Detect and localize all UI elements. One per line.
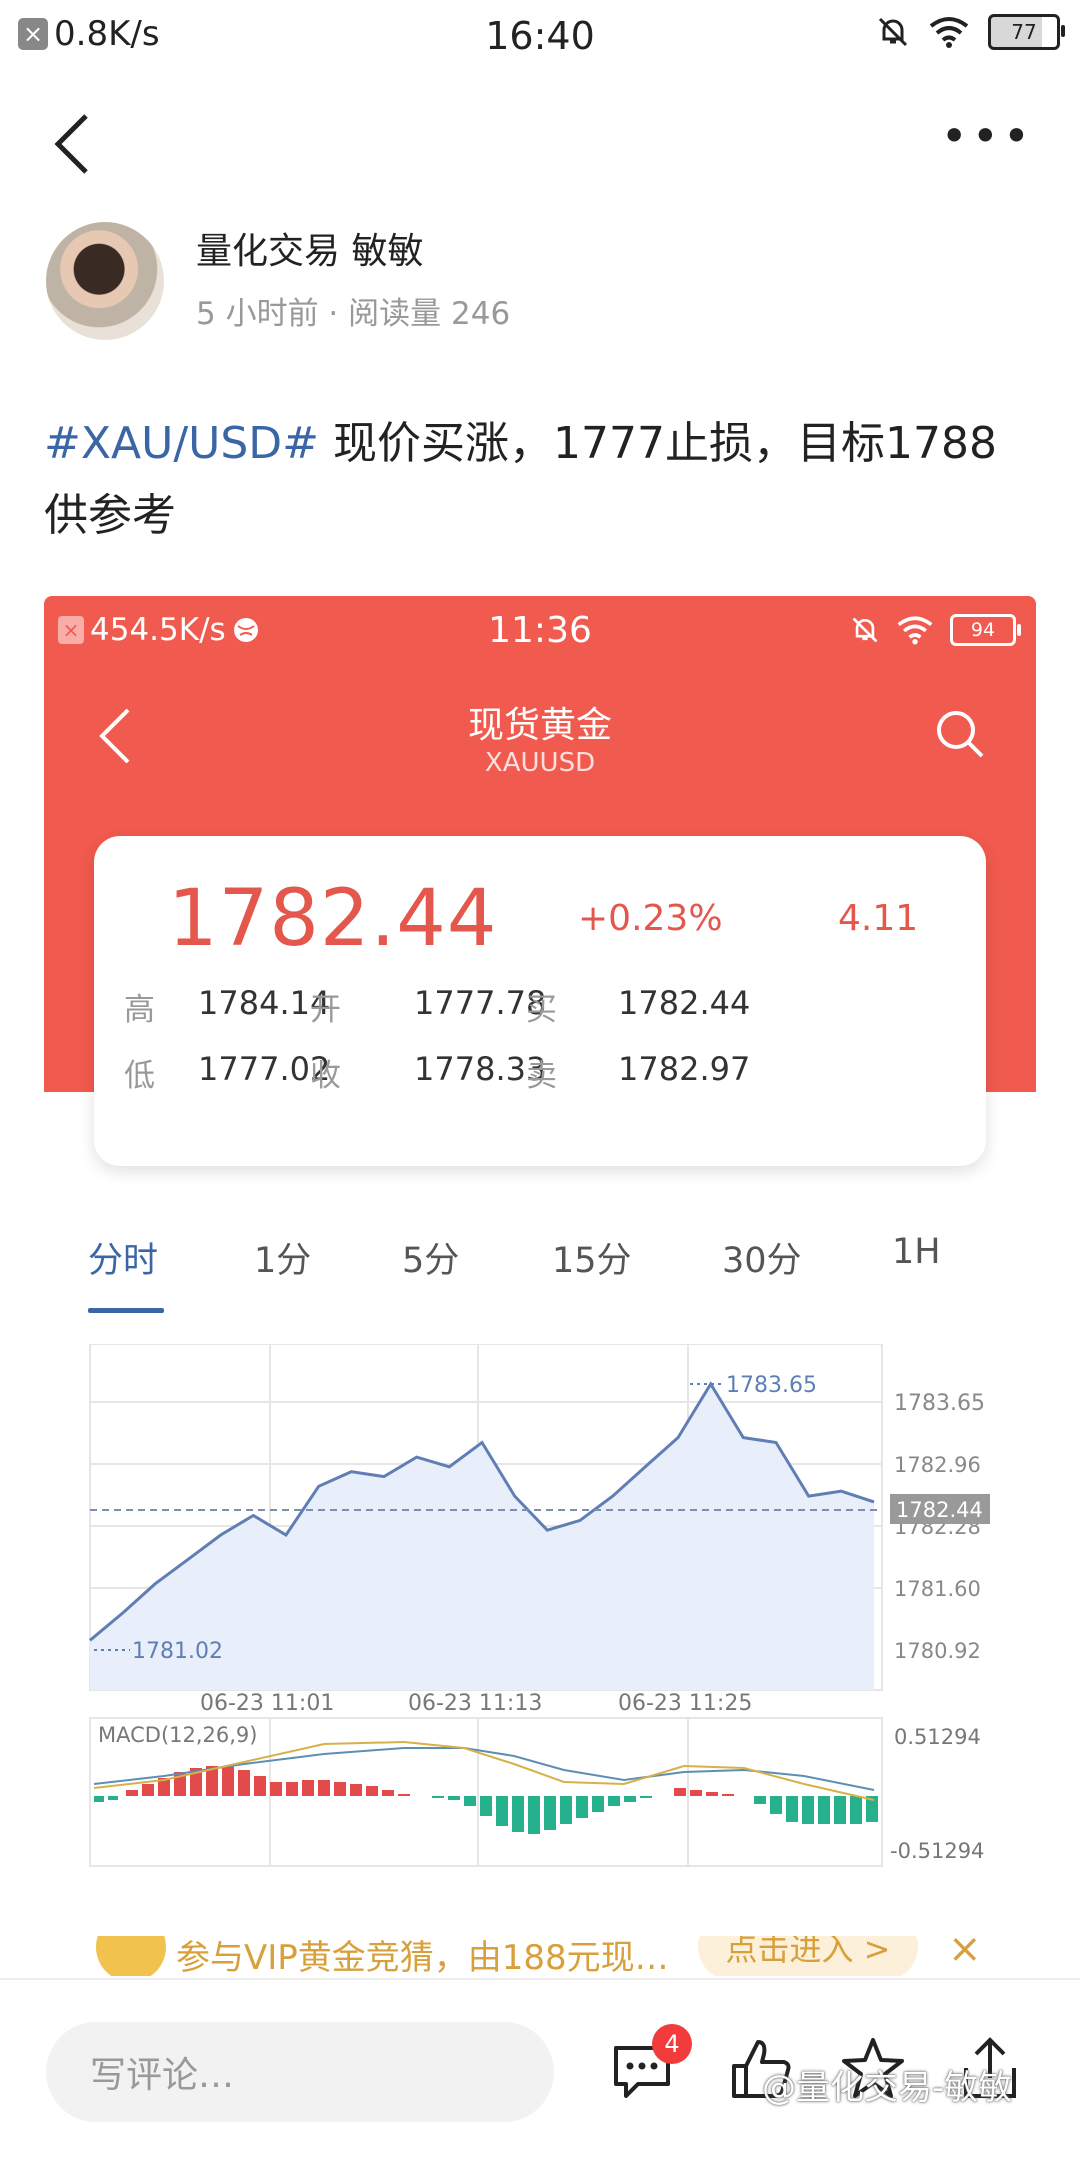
y-tick-2: 1782.96	[894, 1453, 981, 1477]
macd-histogram	[94, 1766, 878, 1834]
comment-input[interactable]: 写评论…	[46, 2022, 554, 2122]
low-marker-label: 1781.02	[132, 1639, 223, 1664]
sell-value: 1782.97	[618, 1050, 750, 1088]
tab-5min[interactable]: 5分	[402, 1232, 459, 1283]
change-percent: +0.23%	[578, 898, 723, 939]
wifi-icon	[928, 16, 970, 48]
post-text: 现价买涨，1777止损，目标1788	[319, 418, 997, 469]
coin-icon	[96, 1936, 166, 1976]
macd-bottom-label: -0.51294	[890, 1839, 984, 1863]
wifi-icon	[896, 615, 934, 645]
instrument-title: 现货黄金	[44, 696, 1036, 748]
watermark: @量化交易-敏敏	[762, 2060, 1012, 2109]
x-tick-2: 06-23 11:13	[408, 1691, 542, 1716]
close-label: 收	[310, 1050, 341, 1095]
status-bar: × 0.8K/s 16:40 77	[0, 0, 1080, 72]
high-marker-label: 1783.65	[726, 1373, 817, 1398]
macd-label: MACD(12,26,9)	[98, 1723, 258, 1747]
y-tick-1: 1783.65	[894, 1391, 985, 1416]
hashtag-link[interactable]: #XAU/USD#	[44, 418, 319, 469]
battery-icon: 77	[988, 14, 1060, 50]
buy-label: 买	[526, 984, 557, 1029]
current-price-tag-text: 1782.44	[896, 1498, 983, 1522]
promo-banner[interactable]: 参与VIP黄金竞猜，由188元现… 点击进入 > ×	[0, 1936, 1080, 1976]
promo-enter-button[interactable]: 点击进入 >	[698, 1936, 918, 1976]
close-icon[interactable]: ×	[948, 1936, 982, 1972]
author-name[interactable]: 量化交易 敏敏	[196, 222, 423, 274]
x-tick-3: 06-23 11:25	[618, 1691, 752, 1716]
intraday-chart[interactable]: 1783.65 1781.02 1783.65 1782.96 1782.28 …	[44, 1344, 1036, 1944]
post-meta: 5 小时前 · 阅读量 246	[196, 288, 510, 333]
battery-level: 77	[1011, 20, 1036, 44]
promo-text: 参与VIP黄金竞猜，由188元现…	[176, 1936, 669, 1976]
tab-1min[interactable]: 1分	[254, 1232, 311, 1283]
post-text-line2: 供参考	[44, 490, 176, 541]
bottom-action-bar: 写评论… 4 @量化交易-敏敏	[0, 1978, 1080, 2162]
buy-value: 1782.44	[618, 984, 750, 1022]
more-options-icon[interactable]: •••	[941, 126, 1034, 146]
current-price: 1782.44	[168, 874, 498, 964]
search-icon[interactable]	[934, 708, 986, 760]
instrument-symbol: XAUUSD	[44, 748, 1036, 778]
tab-1h[interactable]: 1H	[892, 1232, 941, 1272]
y-tick-5: 1780.92	[894, 1639, 981, 1663]
sell-label: 卖	[526, 1050, 557, 1095]
open-label: 开	[310, 984, 341, 1029]
status-icons: 77	[876, 14, 1060, 50]
high-label: 高	[124, 984, 155, 1029]
mute-bell-icon	[850, 615, 880, 645]
macd-top-label: 0.51294	[894, 1725, 981, 1749]
tab-intraday[interactable]: 分时	[88, 1232, 158, 1283]
comment-count-badge: 4	[652, 2024, 692, 2064]
tab-30min[interactable]: 30分	[722, 1232, 802, 1283]
post-body: #XAU/USD# 现价买涨，1777止损，目标1788 供参考	[44, 408, 1044, 552]
embedded-screenshot[interactable]: × 454.5K/s 11:36 94 现货黄金 XAUUSD 17	[44, 596, 1036, 1956]
battery-level: 94	[971, 619, 995, 641]
quote-card: 1782.44 +0.23% 4.11 高 1784.14 开 1777.78 …	[94, 836, 986, 1166]
active-tab-indicator	[88, 1308, 164, 1313]
y-tick-4: 1781.60	[894, 1577, 981, 1601]
change-value: 4.11	[838, 898, 918, 939]
screenshot-status-bar: × 454.5K/s 11:36 94	[44, 610, 1036, 658]
x-tick-1: 06-23 11:01	[200, 1691, 334, 1716]
tab-15min[interactable]: 15分	[552, 1232, 632, 1283]
low-label: 低	[124, 1050, 155, 1095]
back-arrow-icon[interactable]	[52, 112, 92, 176]
screenshot-status-icons: 94	[850, 614, 1016, 646]
battery-icon: 94	[950, 614, 1016, 646]
avatar[interactable]	[46, 222, 164, 340]
mute-bell-icon	[876, 15, 910, 49]
